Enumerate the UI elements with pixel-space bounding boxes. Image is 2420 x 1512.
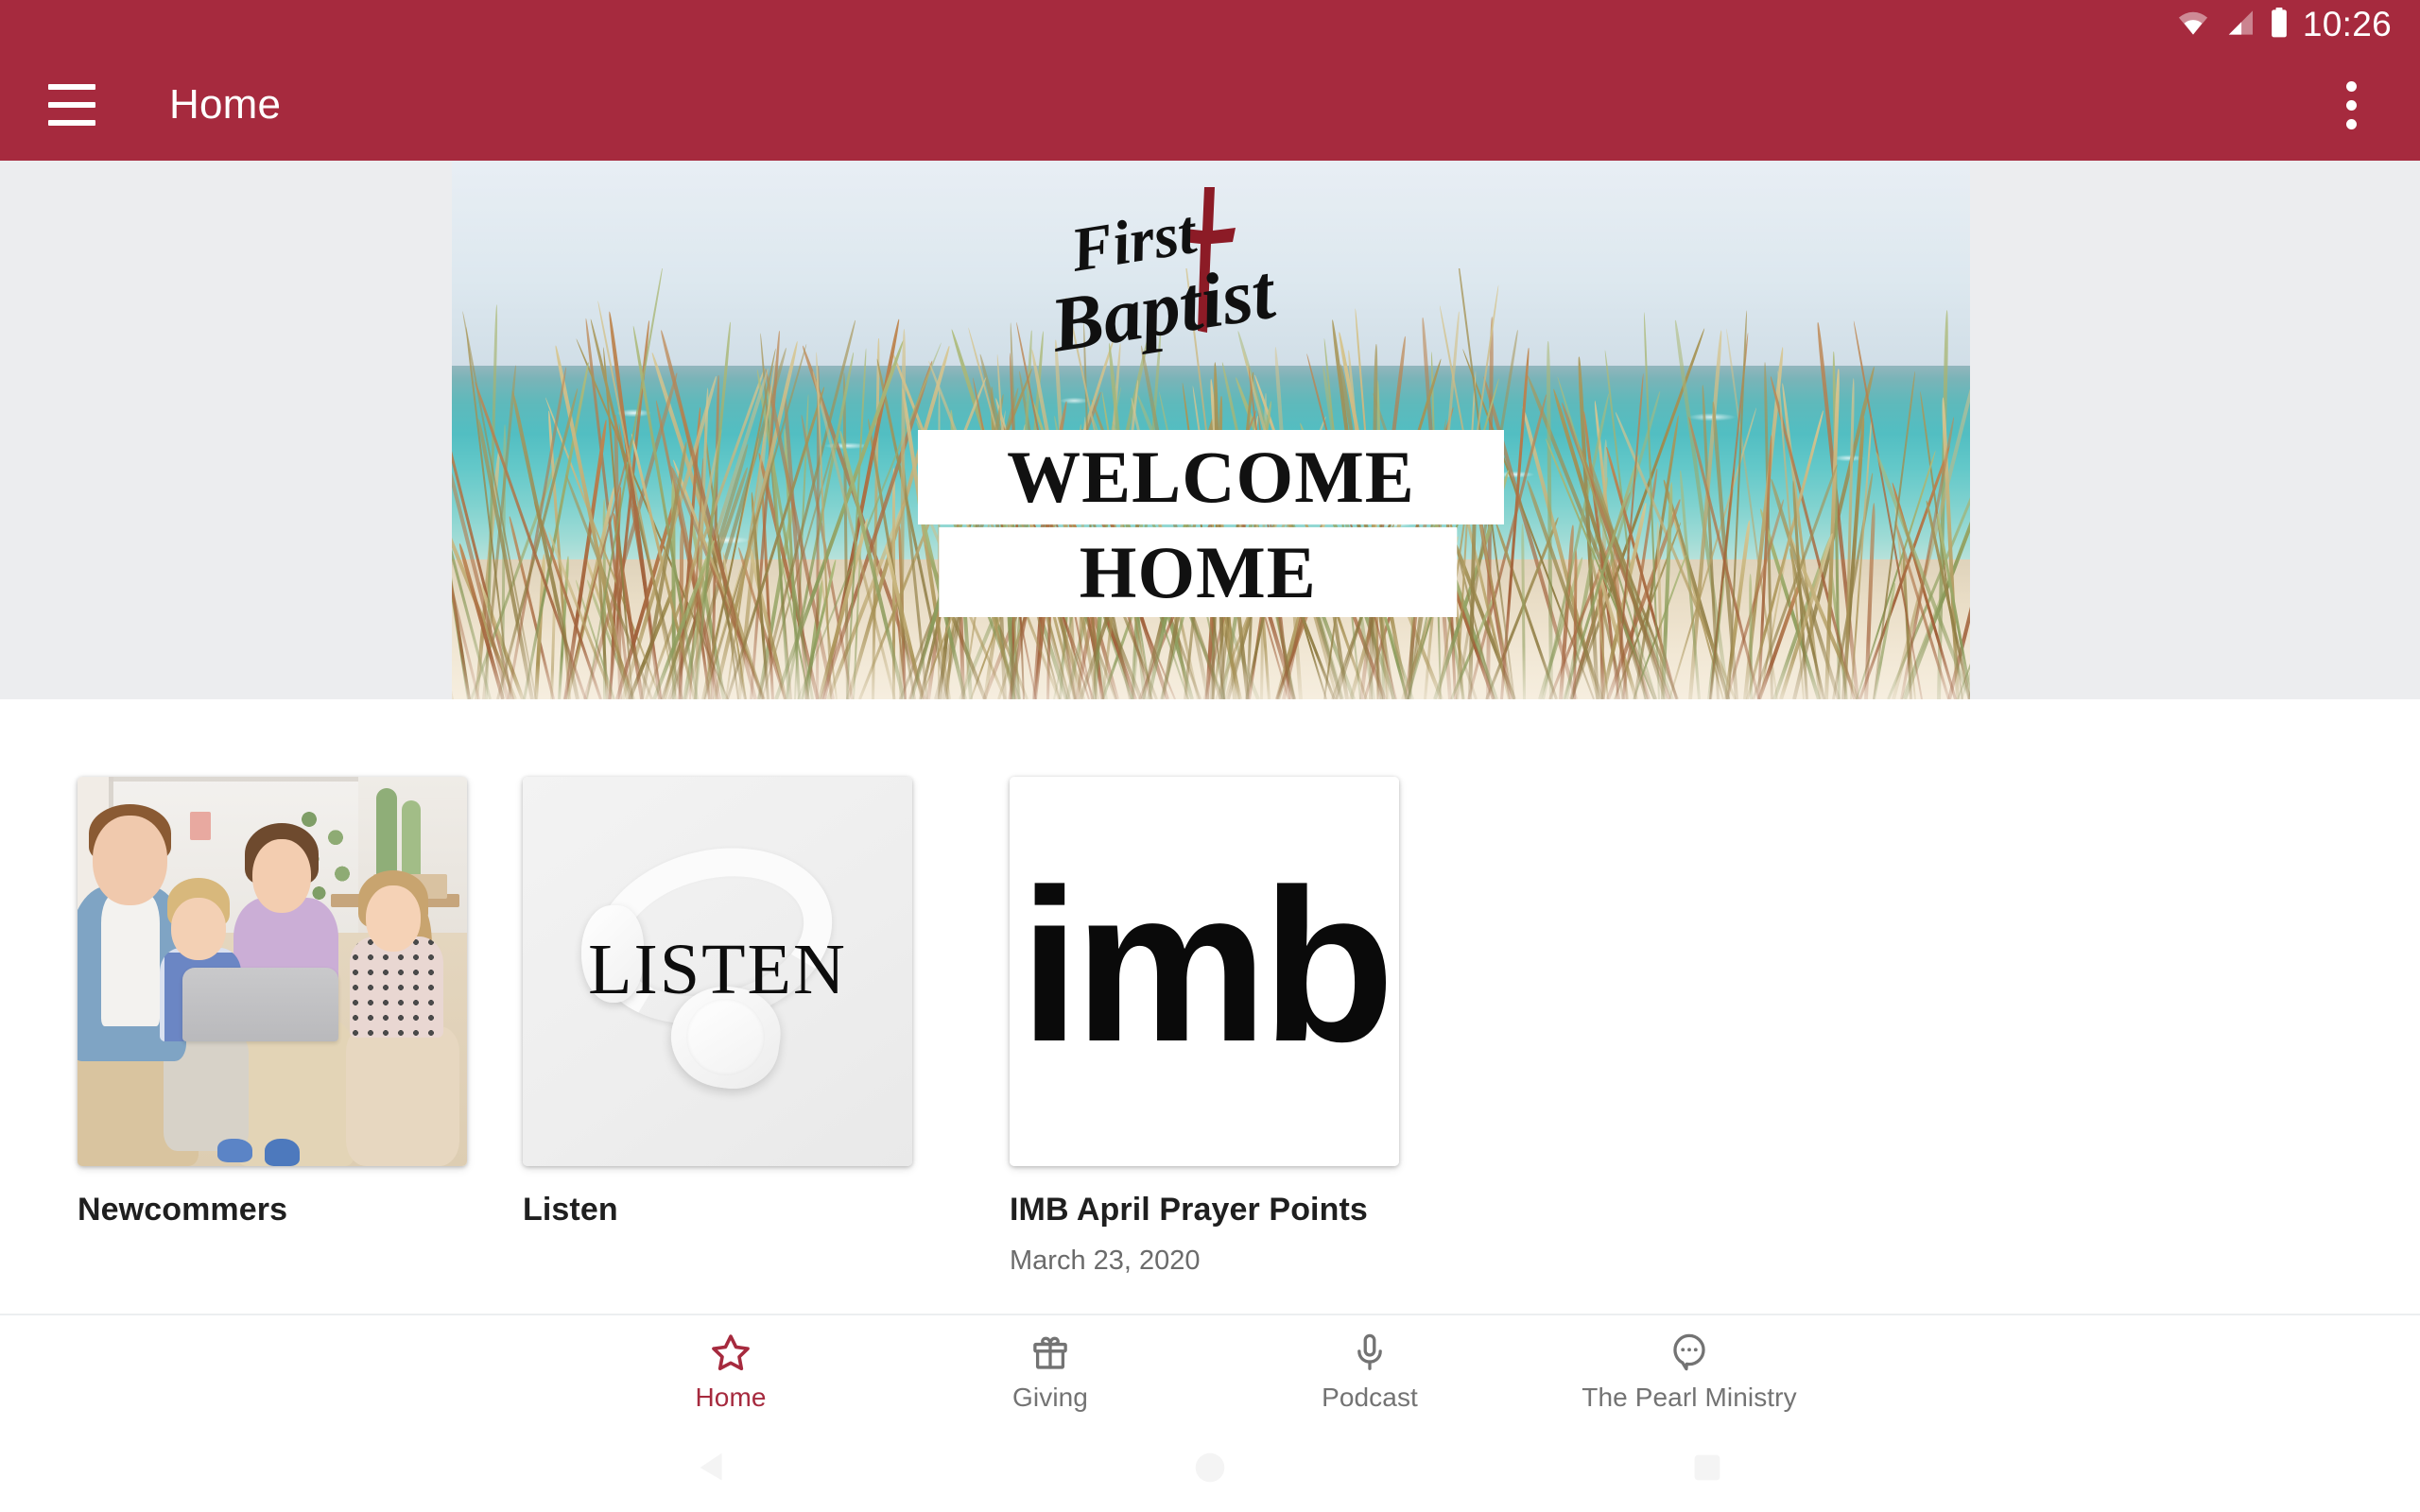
headphones-photo: LISTEN <box>523 777 912 1166</box>
chat-bubble-dots-icon <box>1668 1329 1710 1376</box>
home-circle-icon[interactable] <box>1188 1446 1232 1494</box>
family-photo <box>78 777 467 1166</box>
photo-girl-head <box>366 885 421 952</box>
photo-shoe-right <box>265 1139 300 1166</box>
tile-newcommers-title: Newcommers <box>78 1192 467 1228</box>
tile-listen[interactable]: LISTEN Listen <box>523 777 912 1228</box>
status-bar: 10:26 <box>0 0 2420 49</box>
tile-imb-date: March 23, 2020 <box>1010 1246 1399 1277</box>
photo-father-shirt <box>101 894 160 1026</box>
imb-logo-text: imb <box>1020 857 1390 1074</box>
photo-boy-head <box>171 898 226 960</box>
hamburger-menu-icon[interactable] <box>26 60 117 150</box>
photo-father-head <box>93 816 166 905</box>
cellular-signal-icon <box>2223 9 2256 41</box>
feature-tile-row: Newcommers LISTEN Listen imb IMB April P… <box>0 699 2420 1314</box>
tile-listen-image: LISTEN <box>523 777 912 1166</box>
star-outline-icon <box>709 1329 752 1376</box>
nav-label-podcast: Podcast <box>1322 1383 1418 1413</box>
tile-imb-image: imb <box>1010 777 1399 1166</box>
nav-item-podcast[interactable]: Podcast <box>1210 1315 1530 1427</box>
app-bar: Home <box>0 49 2420 161</box>
microphone-icon <box>1349 1329 1391 1376</box>
gift-icon <box>1029 1329 1071 1376</box>
photo-shoe-left <box>217 1139 252 1162</box>
listen-overlay-word: LISTEN <box>523 929 912 1011</box>
bottom-navigation-bar: Home Giving Podcast The Pearl Ministry <box>0 1314 2420 1427</box>
photo-plant-small <box>402 800 421 884</box>
photo-laptop <box>182 968 338 1041</box>
nav-item-home[interactable]: Home <box>571 1315 890 1427</box>
page-title: Home <box>169 81 281 129</box>
banner-region: First Baptist WELCOME HOME <box>0 161 2420 699</box>
tile-newcommers[interactable]: Newcommers <box>78 777 467 1228</box>
imb-logo: imb <box>1010 777 1399 1166</box>
app-root: 10:26 Home First Baptist WELCOME HOME Ne… <box>0 0 2420 1512</box>
back-triangle-icon[interactable] <box>691 1446 735 1494</box>
banner-headline-line-2: HOME <box>939 527 1457 617</box>
nav-item-giving[interactable]: Giving <box>890 1315 1210 1427</box>
nav-item-the-pearl-ministry[interactable]: The Pearl Ministry <box>1530 1315 1849 1427</box>
tile-listen-title: Listen <box>523 1192 912 1228</box>
wifi-icon <box>2176 9 2210 41</box>
photo-girl-body <box>350 936 443 1038</box>
nav-label-giving: Giving <box>1012 1383 1088 1413</box>
tile-imb-prayer-points[interactable]: imb IMB April Prayer Points March 23, 20… <box>1010 777 1399 1277</box>
battery-icon <box>2269 8 2290 43</box>
tile-imb-title: IMB April Prayer Points <box>1010 1192 1399 1228</box>
photo-window-accent <box>190 812 211 840</box>
photo-mother-head <box>252 839 311 913</box>
first-baptist-logo: First Baptist <box>1012 181 1409 408</box>
status-time: 10:26 <box>2303 7 2392 43</box>
recents-square-icon[interactable] <box>1685 1446 1729 1494</box>
nav-label-home: Home <box>695 1383 766 1413</box>
more-vertical-icon[interactable] <box>2308 62 2394 147</box>
nav-label-the-pearl-ministry: The Pearl Ministry <box>1582 1383 1796 1413</box>
photo-girl-legs <box>346 1026 458 1166</box>
banner-headline-line-1: WELCOME <box>918 430 1504 524</box>
android-system-navigation <box>0 1427 2420 1512</box>
welcome-home-banner[interactable]: First Baptist WELCOME HOME <box>452 161 1970 699</box>
tile-newcommers-image <box>78 777 467 1166</box>
